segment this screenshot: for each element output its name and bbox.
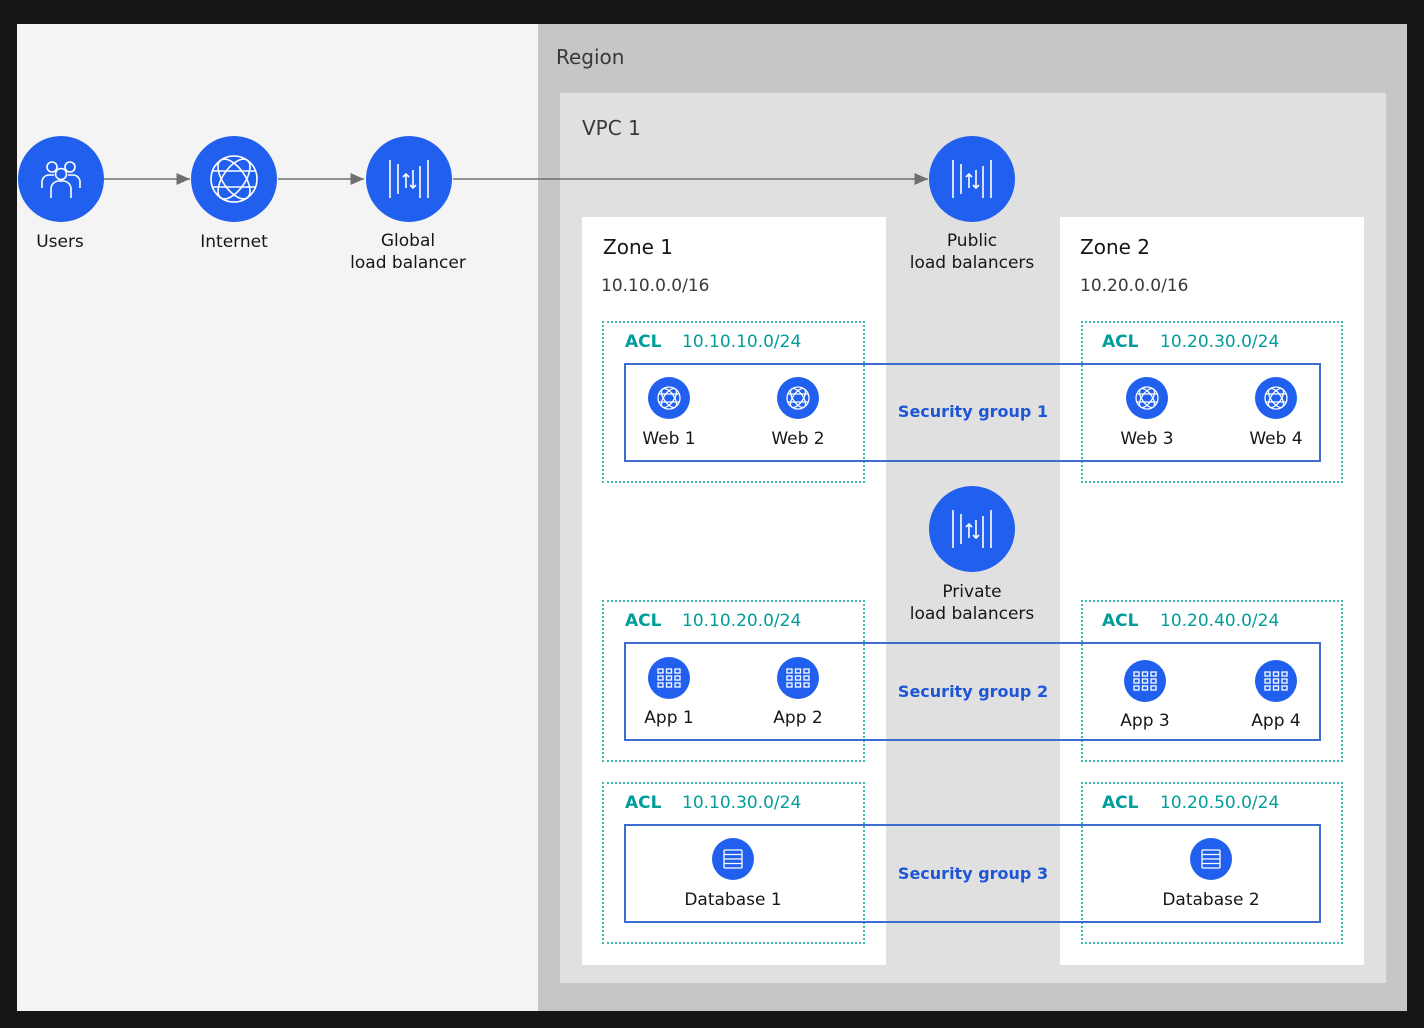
private-lb-label-line-2: load balancers	[909, 604, 1035, 624]
global-lb-label-line-2: load balancer	[350, 253, 466, 273]
private-load-balancers-label: Private load balancers	[896, 581, 1048, 625]
global-load-balancer-label: Global load balancer	[338, 230, 478, 274]
users-icon	[18, 136, 104, 222]
web-2-globe-icon	[777, 377, 819, 419]
web-4-label: Web 4	[1249, 429, 1303, 449]
app-4-label: App 4	[1251, 711, 1301, 731]
public-load-balancer-icon	[929, 136, 1015, 222]
web-1-globe-icon	[648, 377, 690, 419]
public-load-balancers-label: Public load balancers	[896, 230, 1048, 274]
app-2-label: App 2	[773, 708, 823, 728]
app-4-application-icon	[1255, 660, 1297, 702]
database-1-icon	[712, 838, 754, 880]
private-load-balancer-icon	[929, 486, 1015, 572]
users-label: Users	[36, 232, 84, 252]
global-lb-label-line-1: Global	[380, 231, 436, 251]
database-2-icon	[1190, 838, 1232, 880]
app-2-application-icon	[777, 657, 819, 699]
public-lb-label-line-2: load balancers	[909, 253, 1035, 273]
app-3-label: App 3	[1120, 711, 1170, 731]
app-1-label: App 1	[644, 708, 694, 728]
web-3-label: Web 3	[1120, 429, 1174, 449]
database-1-label: Database 1	[684, 890, 782, 910]
internet-label: Internet	[200, 232, 268, 252]
web-2-label: Web 2	[771, 429, 825, 449]
app-3-application-icon	[1124, 660, 1166, 702]
web-4-globe-icon	[1255, 377, 1297, 419]
private-lb-label-line-1: Private	[942, 582, 1002, 602]
public-lb-label-line-1: Public	[946, 231, 998, 251]
internet-globe-icon	[191, 136, 277, 222]
app-1-application-icon	[648, 657, 690, 699]
web-1-label: Web 1	[642, 429, 696, 449]
global-load-balancer-icon	[366, 136, 452, 222]
web-3-globe-icon	[1126, 377, 1168, 419]
database-2-label: Database 2	[1162, 890, 1260, 910]
